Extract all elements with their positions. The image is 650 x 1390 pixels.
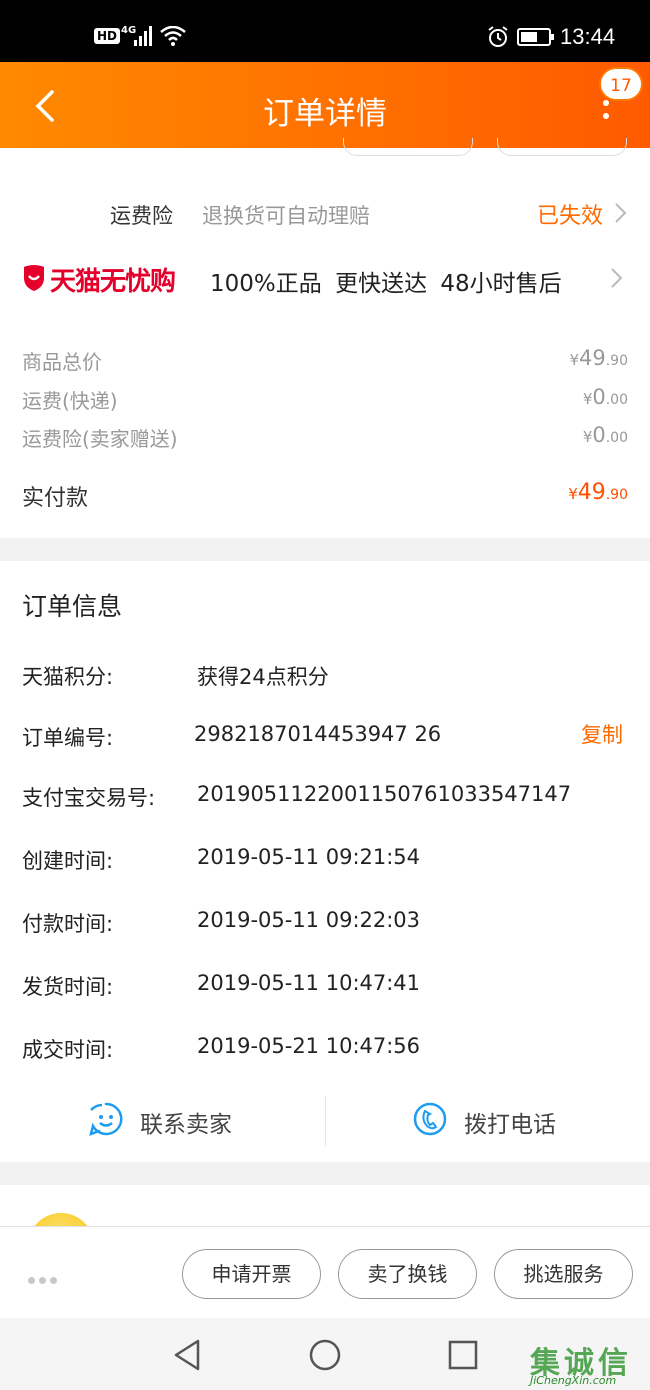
order-number-label: 订单编号: bbox=[22, 726, 114, 750]
nav-home-icon[interactable] bbox=[308, 1338, 342, 1372]
alarm-icon bbox=[488, 26, 508, 47]
points-label: 天猫积分: bbox=[22, 665, 114, 689]
wifi-icon bbox=[160, 26, 186, 46]
message-count-badge[interactable]: 17 bbox=[599, 67, 643, 101]
hd-indicator: HD bbox=[94, 28, 121, 44]
completed-time-value: 2019-05-21 10:47:56 bbox=[197, 1034, 421, 1058]
contact-seller-button[interactable]: 联系卖家 bbox=[88, 1101, 288, 1141]
total-paid-value: ¥49.90 bbox=[568, 480, 628, 505]
order-info-title: 订单信息 bbox=[22, 592, 123, 621]
cut-off-button bbox=[497, 138, 627, 156]
call-phone-button[interactable]: 拨打电话 bbox=[412, 1101, 612, 1141]
insurance-fee-value: ¥0.00 bbox=[582, 423, 628, 447]
insurance-desc: 退换货可自动理赔 bbox=[202, 204, 370, 228]
insurance-status: 已失效 bbox=[537, 204, 604, 229]
signal-icon bbox=[134, 26, 152, 46]
apply-invoice-button[interactable]: 申请开票 bbox=[182, 1249, 321, 1299]
created-time-value: 2019-05-11 09:21:54 bbox=[197, 845, 421, 869]
tmall-shield-icon bbox=[24, 265, 44, 291]
order-info-card: 订单信息 天猫积分: 获得24点积分 订单编号: 298218701445394… bbox=[0, 561, 650, 1162]
shipped-time-value: 2019-05-11 10:47:41 bbox=[197, 971, 421, 995]
chevron-right-icon bbox=[611, 268, 623, 288]
total-paid-label: 实付款 bbox=[22, 486, 89, 511]
chevron-right-icon bbox=[615, 203, 627, 223]
cut-off-button bbox=[343, 138, 473, 156]
status-bar: HD 4G 13:44 bbox=[0, 0, 650, 62]
phone-icon bbox=[413, 1102, 447, 1136]
shipped-time-label: 发货时间: bbox=[22, 975, 114, 999]
nav-recents-icon[interactable] bbox=[448, 1339, 478, 1371]
bottom-action-bar: 申请开票 卖了换钱 挑选服务 bbox=[0, 1226, 650, 1318]
copy-button[interactable]: 复制 bbox=[581, 719, 623, 749]
call-phone-label: 拨打电话 bbox=[464, 1112, 556, 1138]
contact-seller-label: 联系卖家 bbox=[140, 1112, 232, 1138]
points-value: 获得24点积分 bbox=[197, 665, 329, 689]
tmall-brand: 天猫无忧购 bbox=[50, 267, 176, 297]
resell-button[interactable]: 卖了换钱 bbox=[338, 1249, 477, 1299]
alipay-trade-label: 支付宝交易号: bbox=[22, 786, 156, 810]
clock: 13:44 bbox=[560, 24, 616, 49]
insurance-label: 运费险 bbox=[110, 204, 173, 228]
paid-time-value: 2019-05-11 09:22:03 bbox=[197, 908, 421, 932]
divider bbox=[325, 1096, 326, 1146]
insurance-fee-label: 运费险(卖家赠送) bbox=[22, 427, 178, 451]
subtotal-label: 商品总价 bbox=[22, 350, 102, 374]
shipping-fee-value: ¥0.00 bbox=[582, 385, 628, 409]
watermark-logo: 集诚信 JiChengXin.com bbox=[530, 1338, 650, 1390]
created-time-label: 创建时间: bbox=[22, 849, 114, 873]
order-number-value: 2982187014453947 26 bbox=[194, 722, 442, 746]
nav-back-icon[interactable] bbox=[172, 1338, 202, 1372]
subtotal-value: ¥49.90 bbox=[569, 346, 628, 370]
select-service-button[interactable]: 挑选服务 bbox=[494, 1249, 633, 1299]
chat-smile-icon bbox=[89, 1102, 123, 1137]
paid-time-label: 付款时间: bbox=[22, 912, 114, 936]
more-actions-icon[interactable] bbox=[28, 1269, 61, 1288]
battery-icon bbox=[517, 28, 554, 46]
page-title: 订单详情 bbox=[263, 96, 387, 132]
price-card: 运费险 退换货可自动理赔 已失效 天猫无忧购 100%正品 更快送达 48小时售… bbox=[0, 138, 650, 538]
completed-time-label: 成交时间: bbox=[22, 1038, 114, 1062]
alipay-trade-value: 2019051122001150761033547147 bbox=[197, 782, 572, 806]
app-header: 订单详情 17 bbox=[0, 62, 650, 148]
tmall-features: 100%正品 更快送达 48小时售后 bbox=[210, 271, 562, 297]
watermark-url: JiChengXin.com bbox=[530, 1374, 617, 1387]
shipping-fee-label: 运费(快递) bbox=[22, 389, 118, 413]
